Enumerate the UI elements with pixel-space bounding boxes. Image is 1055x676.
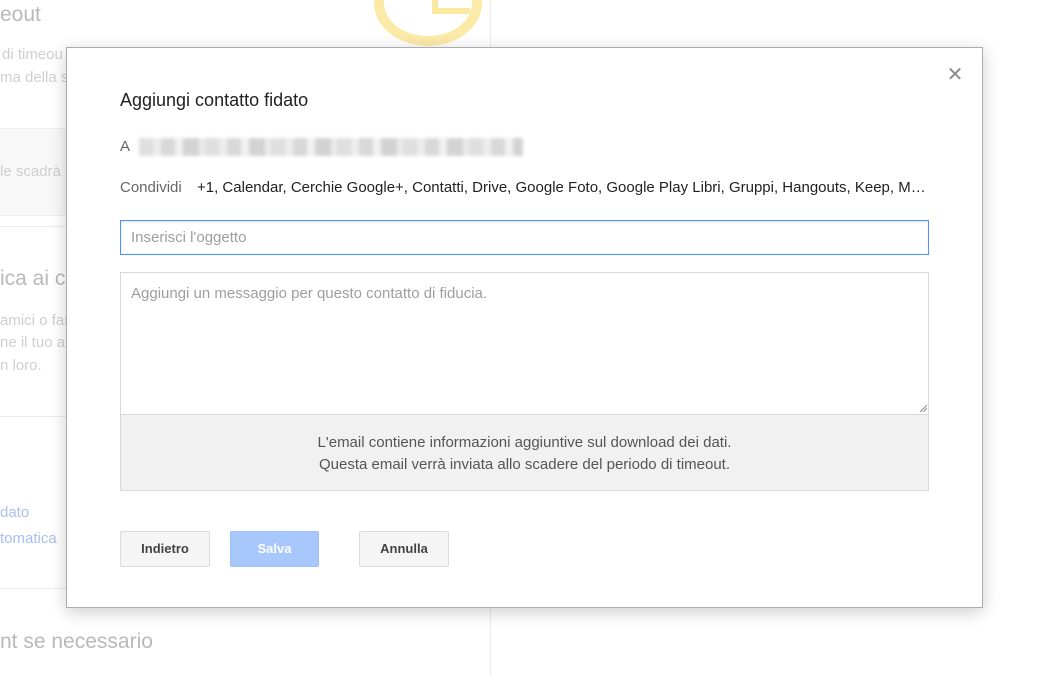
bg-link-1[interactable]: dato: [0, 504, 29, 521]
subject-input[interactable]: [120, 220, 929, 255]
cancel-button[interactable]: Annulla: [359, 531, 449, 567]
share-label: Condividi: [120, 179, 182, 196]
save-button[interactable]: Salva: [230, 531, 319, 567]
bg-line-5: n loro.: [0, 357, 42, 374]
email-info-box: L'email contiene informazioni aggiuntive…: [120, 414, 929, 491]
bg-line-3: amici o far: [0, 312, 70, 329]
recipient-email-redacted: [139, 138, 523, 156]
shared-services-list: +1, Calendar, Cerchie Google+, Contatti,…: [197, 179, 929, 196]
bg-link-2[interactable]: tomatica: [0, 530, 57, 547]
info-line-2: Questa email verrà inviata allo scadere …: [318, 456, 731, 473]
to-label: A: [120, 138, 131, 155]
clock-hand-icon: [432, 0, 470, 14]
back-button[interactable]: Indietro: [120, 531, 210, 567]
bg-heading-top: eout: [0, 3, 41, 26]
info-line-1: L'email contiene informazioni aggiuntive…: [317, 434, 732, 451]
add-trusted-contact-dialog: ✕ Aggiungi contatto fidato A Condividi +…: [66, 47, 983, 608]
resize-handle-icon[interactable]: [919, 404, 927, 412]
dialog-title: Aggiungi contatto fidato: [120, 90, 309, 110]
bg-box-text: le scadrà: [0, 163, 61, 180]
bg-line-2: ma della s: [0, 69, 69, 86]
bg-line-1: di timeou: [2, 46, 63, 63]
bg-line-4: ne il tuo a: [0, 334, 66, 351]
message-textarea[interactable]: [120, 272, 929, 414]
close-icon[interactable]: ✕: [944, 64, 966, 86]
bg-heading-bottom: nt se necessario: [0, 630, 153, 653]
bg-heading-mid: ica ai c: [0, 267, 66, 290]
